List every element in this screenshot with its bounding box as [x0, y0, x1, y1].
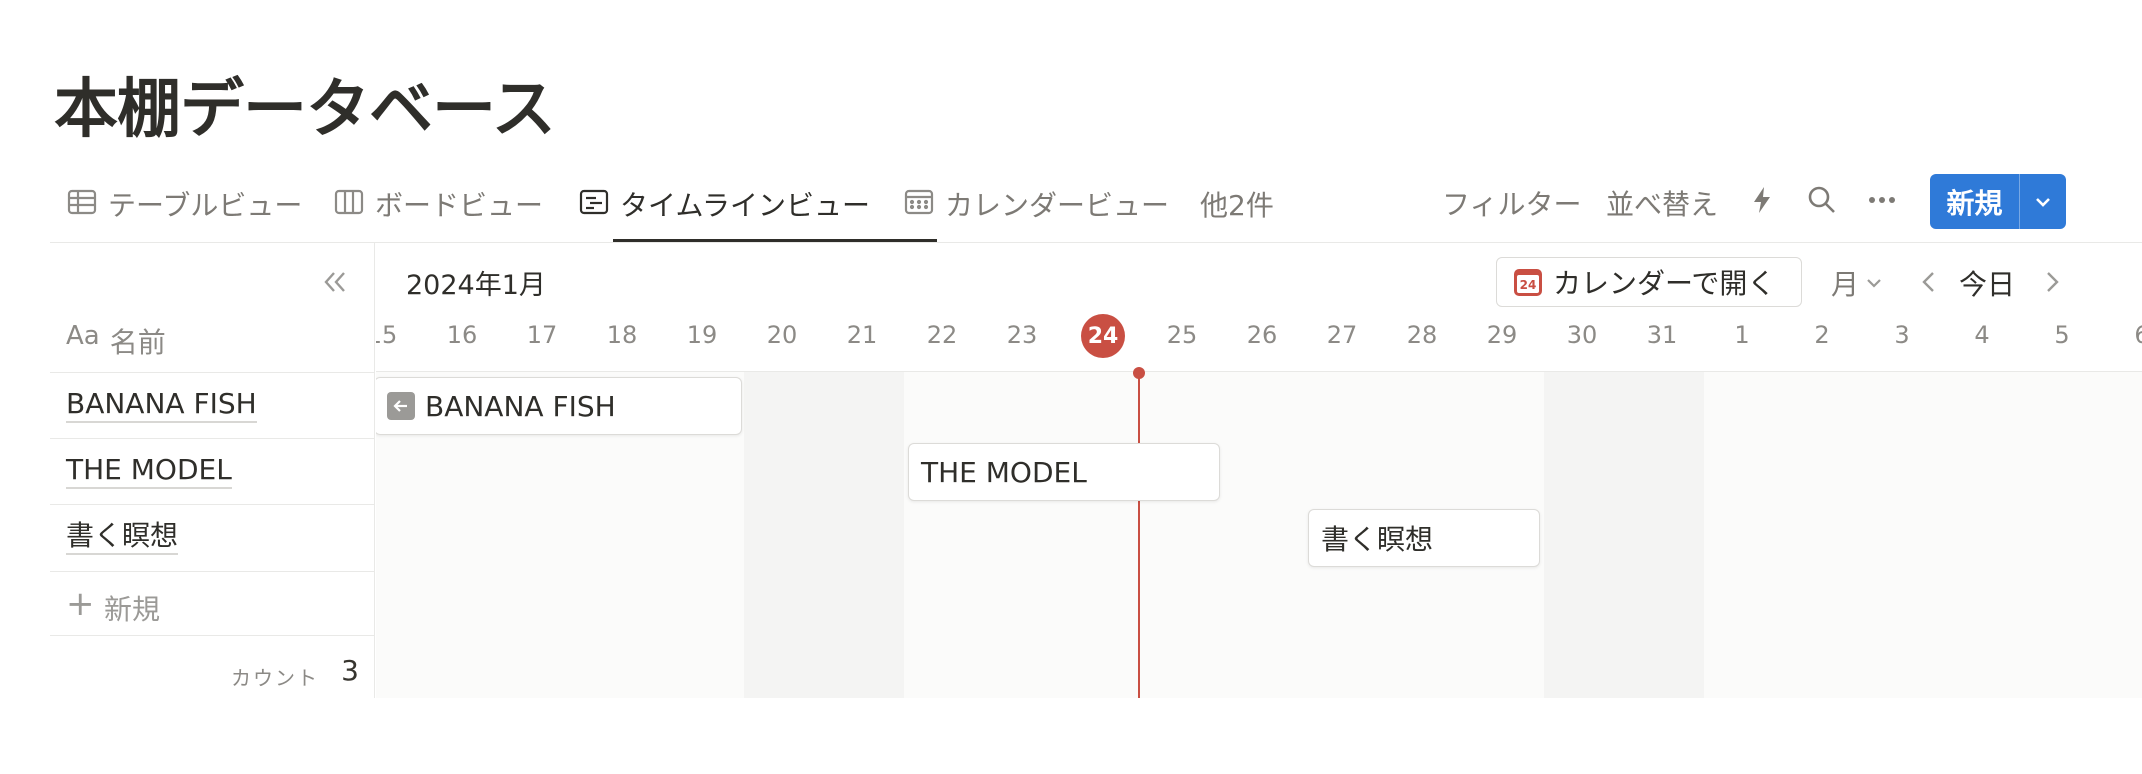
day-label: 25 — [1166, 321, 1198, 349]
card-title: 書く瞑想 — [1321, 523, 1434, 556]
page-title: 本棚データベース — [54, 73, 556, 147]
count-footer[interactable]: カウント 3 — [50, 635, 375, 698]
name-header-label: 名前 — [109, 326, 166, 359]
timeline-card-kaku-meisou[interactable]: 書く瞑想 — [1308, 509, 1540, 567]
day-label: 21 — [846, 321, 878, 349]
count-label: カウント — [231, 666, 319, 690]
day-label: 1 — [1734, 321, 1750, 349]
day-label: 20 — [766, 321, 798, 349]
tab-label: 他2件 — [1200, 189, 1274, 222]
day-label: 5 — [2054, 321, 2070, 349]
day-label: 3 — [1894, 321, 1910, 349]
filter-button[interactable]: フィルター — [1442, 183, 1581, 223]
list-item[interactable]: BANANA FISH — [50, 372, 375, 438]
calendar-icon — [904, 189, 934, 215]
open-in-calendar-button[interactable]: 24 カレンダーで開く — [1496, 257, 1802, 307]
add-row-button[interactable]: + 新規 — [50, 571, 375, 635]
tab-table-view[interactable]: テーブルビュー — [66, 184, 302, 240]
day-label: 27 — [1326, 321, 1358, 349]
text-property-icon: Aa — [66, 321, 100, 351]
list-item[interactable]: 書く瞑想 — [50, 504, 375, 570]
new-button-label[interactable]: 新規 — [1930, 174, 2020, 229]
day-label: 30 — [1566, 321, 1598, 349]
day-label: 26 — [1246, 321, 1278, 349]
sort-button[interactable]: 並べ替え — [1606, 183, 1718, 223]
board-icon — [334, 189, 364, 215]
today-line — [1138, 372, 1140, 698]
calendar-date-icon: 24 — [1514, 269, 1542, 296]
timeline-header-divider — [376, 371, 2142, 372]
day-label: 15 — [376, 321, 398, 349]
search-icon[interactable] — [1805, 183, 1839, 217]
tab-label: カレンダービュー — [945, 189, 1170, 222]
weekend-band — [1544, 372, 1704, 698]
timeline-area[interactable]: 2024年1月 24 カレンダーで開く 月 今日 15 16 17 18 19 … — [376, 243, 2142, 698]
more-icon[interactable] — [1865, 183, 1899, 217]
day-label: 31 — [1646, 321, 1678, 349]
tab-label: テーブルビュー — [108, 189, 303, 222]
tab-label: タイムラインビュー — [620, 189, 871, 222]
day-label: 2 — [1814, 321, 1830, 349]
day-label: 16 — [446, 321, 478, 349]
day-label: 17 — [526, 321, 558, 349]
tab-label: ボードビュー — [375, 189, 544, 222]
day-label: 29 — [1486, 321, 1518, 349]
day-label: 23 — [1006, 321, 1038, 349]
name-column: Aa 名前 BANANA FISH THE MODEL 書く瞑想 + 新規 カウ… — [50, 243, 375, 698]
next-arrow-icon[interactable] — [2039, 267, 2065, 297]
today-marker: 24 — [1081, 314, 1125, 358]
scale-select-label: 月 — [1831, 268, 1860, 301]
timeline-icon — [579, 189, 609, 215]
chevron-down-icon — [2036, 197, 2050, 207]
row-title[interactable]: THE MODEL — [66, 453, 232, 489]
month-label: 2024年1月 — [406, 270, 546, 301]
row-title[interactable]: 書く瞑想 — [66, 519, 179, 555]
tab-timeline-view[interactable]: タイムラインビュー — [578, 184, 870, 240]
today-button[interactable]: 今日 — [1959, 263, 2015, 303]
day-label: 19 — [686, 321, 718, 349]
new-button[interactable]: 新規 — [1930, 174, 2066, 229]
scale-select[interactable]: 月 — [1831, 263, 1883, 303]
add-row-label: 新規 — [104, 593, 161, 626]
day-label: 28 — [1406, 321, 1438, 349]
tab-more-views[interactable]: 他2件 — [1200, 184, 1274, 240]
chevron-down-icon — [1867, 279, 1881, 288]
tab-board-view[interactable]: ボードビュー — [333, 184, 543, 240]
lightning-icon[interactable] — [1745, 183, 1779, 217]
new-button-dropdown[interactable] — [2020, 174, 2066, 229]
table-icon — [67, 189, 97, 215]
card-title: BANANA FISH — [425, 389, 616, 423]
open-in-calendar-label: カレンダーで開く — [1553, 267, 1776, 300]
card-title: THE MODEL — [921, 455, 1087, 489]
plus-icon: + — [66, 584, 95, 624]
name-column-header[interactable]: Aa 名前 — [66, 321, 166, 361]
timeline-card-the-model[interactable]: THE MODEL — [908, 443, 1220, 501]
list-item[interactable]: THE MODEL — [50, 438, 375, 504]
day-label: 22 — [926, 321, 958, 349]
count-value: 3 — [341, 654, 359, 687]
today-dot — [1133, 367, 1145, 379]
arrow-left-icon[interactable] — [387, 392, 415, 420]
previous-arrow-icon[interactable] — [1916, 267, 1942, 297]
weekend-band — [744, 372, 904, 698]
collapse-icon[interactable] — [318, 265, 352, 299]
row-title[interactable]: BANANA FISH — [66, 387, 257, 423]
day-label: 18 — [606, 321, 638, 349]
tab-calendar-view[interactable]: カレンダービュー — [903, 184, 1169, 240]
calendar-badge-number: 24 — [1520, 278, 1537, 292]
day-label: 6 — [2102, 321, 2142, 349]
timeline-card-banana-fish[interactable]: BANANA FISH — [376, 377, 742, 435]
day-label: 4 — [1974, 321, 1990, 349]
